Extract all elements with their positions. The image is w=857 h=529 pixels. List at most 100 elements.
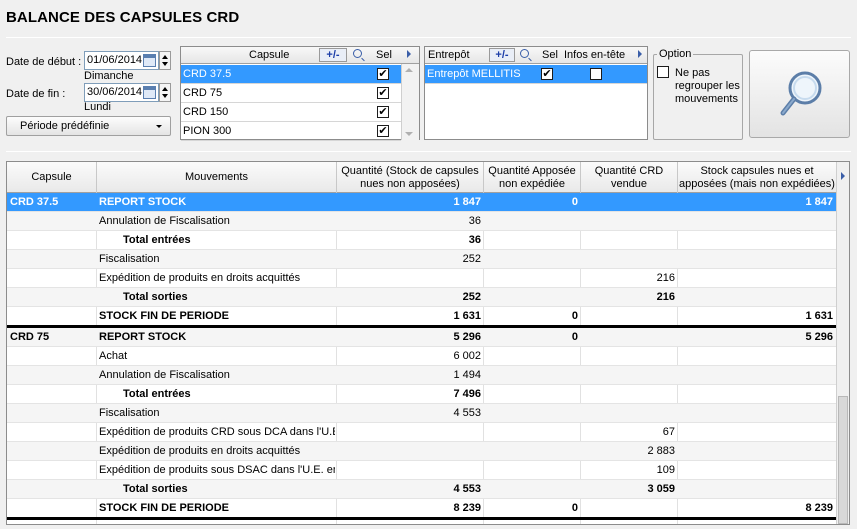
capsule-sel-checkbox[interactable]: ✔	[377, 106, 389, 118]
cell-qty-stock-nues: 4 553	[453, 483, 481, 495]
capsule-toggle-all-button[interactable]: +/-	[319, 48, 347, 62]
cell-qty-apposee: 0	[571, 310, 578, 322]
start-date-label: Date de début :	[6, 56, 82, 68]
grid-scroll-thumb[interactable]	[838, 396, 848, 524]
start-date-spinner[interactable]	[159, 51, 171, 70]
chevron-right-icon[interactable]	[841, 172, 845, 180]
cell-movement: Total entrées	[123, 234, 191, 246]
cell-movement: Expédition de produits en droits acquitt…	[99, 445, 301, 457]
entrepot-sel-checkbox[interactable]: ✔	[541, 68, 553, 80]
table-row[interactable]: STOCK FIN DE PERIODE 1 631 0 1 631	[7, 307, 837, 328]
search-button[interactable]	[749, 50, 850, 138]
end-date-value: 30/06/2014	[87, 86, 143, 98]
entrepot-row[interactable]: Entrepôt MELLITIS ✔	[425, 65, 647, 84]
table-row[interactable]: Expédition de produits sous DSAC dans l'…	[7, 461, 837, 480]
capsule-panel-header: Capsule +/- Sel	[181, 47, 419, 64]
table-row[interactable]: Achat 6 002	[7, 347, 837, 366]
table-row[interactable]: Total sorties 4 553 3 059	[7, 480, 837, 499]
table-row[interactable]: STOCK FIN DE PERIODE 8 239 0 8 239	[7, 499, 837, 520]
cell-movement: Annulation de Fiscalisation	[99, 215, 230, 227]
end-date-input[interactable]: 30/06/2014	[84, 83, 159, 102]
cell-movement: STOCK FIN DE PERIODE	[99, 310, 229, 322]
entrepot-panel: Entrepôt +/- Sel Infos en-tête Entrepôt …	[424, 46, 648, 140]
table-row[interactable]: Total entrées 36	[7, 231, 837, 250]
scroll-down-icon[interactable]	[405, 132, 413, 136]
cell-qty-stock-nues: 1 631	[453, 310, 481, 322]
entrepot-sel-header: Sel	[542, 49, 558, 61]
column-header-movements[interactable]: Mouvements	[97, 162, 337, 193]
find-icon[interactable]	[353, 49, 362, 58]
cell-qty-crd-vendue: 67	[662, 426, 675, 438]
cell-qty-stock-nues: 7 496	[453, 388, 481, 400]
cell-movement: Total sorties	[123, 291, 188, 303]
cell-qty-stock-nues: 252	[462, 291, 481, 303]
capsule-row[interactable]: CRD 75 ✔	[181, 84, 401, 103]
option-legend: Option	[657, 48, 694, 60]
capsule-sel-header: Sel	[376, 49, 392, 61]
chevron-right-icon[interactable]	[638, 50, 642, 58]
cell-movement: Annulation de Fiscalisation	[99, 369, 230, 381]
capsule-name: CRD 37.5	[183, 68, 232, 80]
cell-qty-stock-nues: 36	[468, 215, 481, 227]
table-row[interactable]: Fiscalisation 252	[7, 250, 837, 269]
calendar-icon[interactable]	[143, 54, 156, 67]
column-header-capsule[interactable]: Capsule	[7, 162, 97, 193]
table-row[interactable]: Fiscalisation 4 553	[7, 404, 837, 423]
entrepot-panel-header: Entrepôt +/- Sel Infos en-tête	[425, 47, 647, 64]
cell-movement: Total entrées	[123, 388, 191, 400]
entrepot-infos-checkbox[interactable]	[590, 68, 602, 80]
scroll-up-icon[interactable]	[405, 68, 413, 72]
entrepot-header-label: Entrepôt	[428, 49, 470, 61]
cell-movement: Fiscalisation	[99, 253, 160, 265]
capsule-row[interactable]: CRD 37.5 ✔	[181, 65, 401, 84]
cell-movement: Expédition de produits sous DSAC dans l'…	[99, 464, 335, 476]
capsule-sel-checkbox[interactable]: ✔	[377, 68, 389, 80]
column-header-qty-stock-nues[interactable]: Quantité (Stock de capsules nues non app…	[337, 162, 484, 193]
cell-capsule: CRD 75	[10, 331, 50, 343]
capsule-name: PION 300	[183, 125, 232, 137]
entrepot-toggle-all-button[interactable]: +/-	[489, 48, 515, 62]
column-header-qty-crd-vendue[interactable]: Quantité CRD vendue	[581, 162, 678, 193]
cell-qty-crd-vendue: 109	[656, 464, 675, 476]
table-row[interactable]: Annulation de Fiscalisation 36	[7, 212, 837, 231]
end-date-spinner[interactable]	[159, 83, 171, 102]
find-icon[interactable]	[520, 49, 529, 58]
grid-scrollbar[interactable]	[836, 162, 849, 524]
table-row[interactable]: Total entrées 7 496	[7, 385, 837, 404]
cell-qty-apposee: 0	[571, 196, 578, 208]
filter-separator	[6, 151, 851, 152]
end-day-label: Lundi	[84, 101, 111, 113]
table-row[interactable]: CRD 75 REPORT STOCK 5 296 0 5 296	[7, 328, 837, 347]
table-row[interactable]: CRD 37.5 REPORT STOCK 1 847 0 1 847	[7, 193, 837, 212]
table-row[interactable]: Expédition de produits en droits acquitt…	[7, 269, 837, 288]
chevron-down-icon	[156, 125, 162, 128]
table-row[interactable]: Total sorties 252 216	[7, 288, 837, 307]
no-group-checkbox[interactable]	[657, 66, 669, 78]
grid-header: Capsule Mouvements Quantité (Stock de caps…	[7, 162, 849, 193]
column-header-stock-capsules[interactable]: Stock capsules nues et apposées (mais no…	[678, 162, 837, 193]
start-date-value: 01/06/2014	[87, 54, 143, 66]
predefined-period-button[interactable]: Période prédéfinie	[6, 116, 171, 136]
cell-movement: Total sorties	[123, 483, 188, 495]
chevron-right-icon[interactable]	[407, 50, 411, 58]
cell-qty-stock-nues: 1 847	[453, 196, 481, 208]
cell-qty-crd-vendue: 216	[656, 291, 675, 303]
cell-movement: REPORT STOCK	[99, 196, 187, 208]
calendar-icon[interactable]	[143, 86, 156, 99]
capsule-scrollbar[interactable]	[401, 64, 419, 140]
table-row[interactable]: Expédition de produits CRD sous DCA dans…	[7, 423, 837, 442]
capsule-sel-checkbox[interactable]: ✔	[377, 125, 389, 137]
cell-qty-stock-nues: 36	[468, 234, 481, 246]
table-row[interactable]: Expédition de produits en droits acquitt…	[7, 442, 837, 461]
capsule-row[interactable]: PION 300 ✔	[181, 122, 401, 141]
cell-movement: Expédition de produits en droits acquitt…	[99, 272, 301, 284]
start-day-label: Dimanche	[84, 70, 134, 82]
capsule-sel-checkbox[interactable]: ✔	[377, 87, 389, 99]
column-header-qty-apposee[interactable]: Quantité Apposée non expédiée	[484, 162, 581, 193]
start-date-input[interactable]: 01/06/2014	[84, 51, 159, 70]
capsule-header-label: Capsule	[249, 49, 290, 61]
magnifier-icon	[780, 71, 822, 116]
table-row[interactable]: Annulation de Fiscalisation 1 494	[7, 366, 837, 385]
cell-stock-capsules: 1 631	[805, 310, 833, 322]
capsule-row[interactable]: CRD 150 ✔	[181, 103, 401, 122]
